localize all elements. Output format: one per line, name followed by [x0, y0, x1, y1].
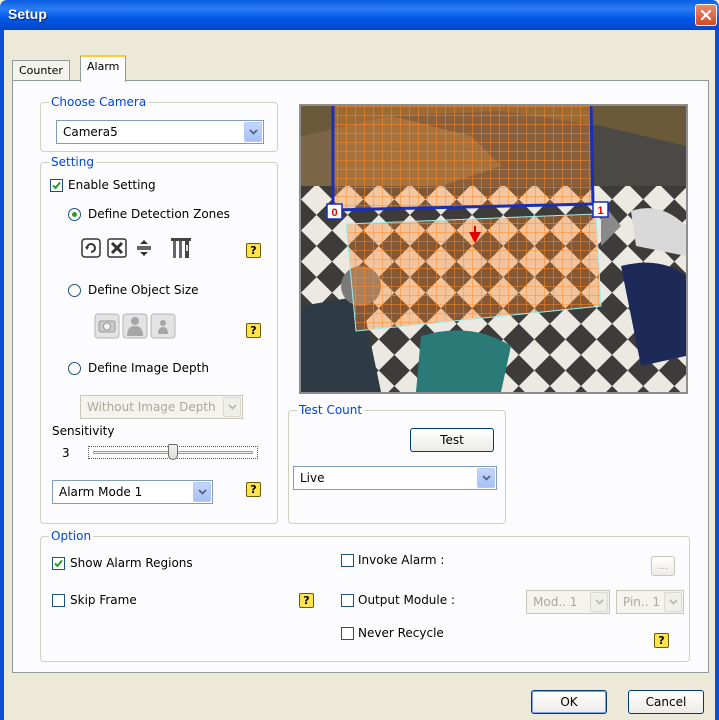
invoke-alarm-checkbox[interactable] — [341, 554, 354, 567]
chevron-down-icon[interactable] — [590, 592, 608, 612]
checkmark-icon — [52, 181, 61, 190]
detection-zones-radio[interactable] — [68, 208, 81, 221]
tools-icon — [171, 238, 191, 258]
small-person-button[interactable] — [150, 313, 176, 339]
ok-button[interactable]: OK — [531, 690, 607, 714]
title-bar[interactable]: Setup — [0, 0, 719, 30]
option-title: Option — [49, 529, 94, 543]
camera-icon — [94, 313, 120, 339]
large-person-button[interactable] — [122, 313, 148, 339]
window-frame-left — [0, 30, 4, 720]
skip-frame-label: Skip Frame — [70, 593, 137, 607]
setup-dialog: Setup Counter Alarm Choose Camera Camera… — [0, 0, 719, 720]
chevron-down-icon[interactable] — [664, 592, 682, 612]
test-button[interactable]: Test — [410, 428, 494, 452]
image-depth-label: Define Image Depth — [88, 361, 209, 375]
output-module-label: Output Module : — [358, 593, 455, 607]
chevron-down-icon[interactable] — [477, 468, 495, 488]
sensitivity-slider[interactable] — [88, 444, 258, 460]
detection-zones-label: Define Detection Zones — [88, 207, 230, 221]
close-button[interactable] — [695, 4, 717, 26]
zone-label-end: 1 — [597, 205, 603, 217]
setting-title: Setting — [49, 155, 96, 169]
test-mode-select[interactable]: Live — [293, 466, 497, 490]
sensitivity-label: Sensitivity — [52, 424, 115, 438]
window-frame-right — [715, 30, 719, 720]
close-icon — [700, 9, 712, 21]
enable-setting-checkbox[interactable] — [50, 179, 63, 192]
cancel-button[interactable]: Cancel — [628, 690, 704, 714]
never-recycle-checkbox[interactable] — [341, 627, 354, 640]
window-title: Setup — [8, 6, 47, 22]
never-recycle-label: Never Recycle — [358, 626, 444, 640]
object-size-radio[interactable] — [68, 284, 81, 297]
show-alarm-regions-label: Show Alarm Regions — [70, 556, 193, 570]
module-select-value: Mod.. 1 — [533, 595, 578, 609]
alarm-mode-select[interactable]: Alarm Mode 1 — [52, 480, 213, 504]
resize-zone-button[interactable] — [133, 237, 155, 259]
enable-setting-label: Enable Setting — [68, 178, 156, 192]
alarm-mode-help-icon[interactable]: ? — [246, 482, 261, 497]
image-depth-select-value: Without Image Depth — [87, 400, 216, 414]
output-module-checkbox[interactable] — [341, 594, 354, 607]
delete-icon — [107, 238, 127, 258]
refresh-icon — [81, 238, 101, 258]
test-count-title: Test Count — [297, 403, 365, 417]
camera-preview-image: 0 1 — [301, 106, 686, 392]
test-mode-select-value: Live — [300, 471, 325, 485]
camera-select-value: Camera5 — [63, 125, 118, 139]
object-size-help-icon[interactable]: ? — [246, 323, 261, 338]
module-select[interactable]: Mod.. 1 — [526, 590, 610, 614]
checkmark-icon — [54, 559, 63, 568]
output-module-help-icon[interactable]: ? — [654, 633, 669, 648]
person-large-icon — [122, 313, 148, 339]
pin-select[interactable]: Pin.. 1 — [616, 590, 684, 614]
detection-zones-help-icon[interactable]: ? — [246, 243, 261, 258]
camera-preview[interactable]: 0 1 — [299, 104, 688, 394]
chevron-down-icon[interactable] — [193, 482, 211, 502]
chevron-down-icon[interactable] — [223, 397, 241, 417]
object-size-label: Define Object Size — [88, 283, 199, 297]
camera-select[interactable]: Camera5 — [56, 120, 264, 144]
tab-counter[interactable]: Counter — [12, 60, 70, 80]
person-small-icon — [150, 313, 176, 339]
image-depth-radio[interactable] — [68, 362, 81, 375]
skip-frame-help-icon[interactable]: ? — [299, 593, 314, 608]
invoke-alarm-label: Invoke Alarm : — [358, 553, 445, 567]
sensitivity-slider-thumb[interactable] — [168, 444, 178, 460]
pin-select-value: Pin.. 1 — [623, 595, 660, 609]
resize-vertical-icon — [137, 240, 151, 256]
zone-label-start: 0 — [331, 207, 337, 219]
capture-size-button[interactable] — [94, 313, 120, 339]
chevron-down-icon[interactable] — [244, 122, 262, 142]
tab-alarm[interactable]: Alarm — [80, 55, 127, 82]
sensitivity-value: 3 — [62, 446, 70, 460]
image-depth-select[interactable]: Without Image Depth — [80, 395, 243, 419]
refresh-zone-button[interactable] — [80, 237, 102, 259]
zone-settings-button[interactable] — [168, 235, 194, 261]
skip-frame-checkbox[interactable] — [52, 594, 65, 607]
show-alarm-regions-checkbox[interactable] — [52, 557, 65, 570]
delete-zone-button[interactable] — [106, 237, 128, 259]
choose-camera-title: Choose Camera — [49, 95, 149, 109]
alarm-mode-select-value: Alarm Mode 1 — [59, 485, 143, 499]
browse-alarm-button[interactable]: ... — [651, 556, 675, 576]
